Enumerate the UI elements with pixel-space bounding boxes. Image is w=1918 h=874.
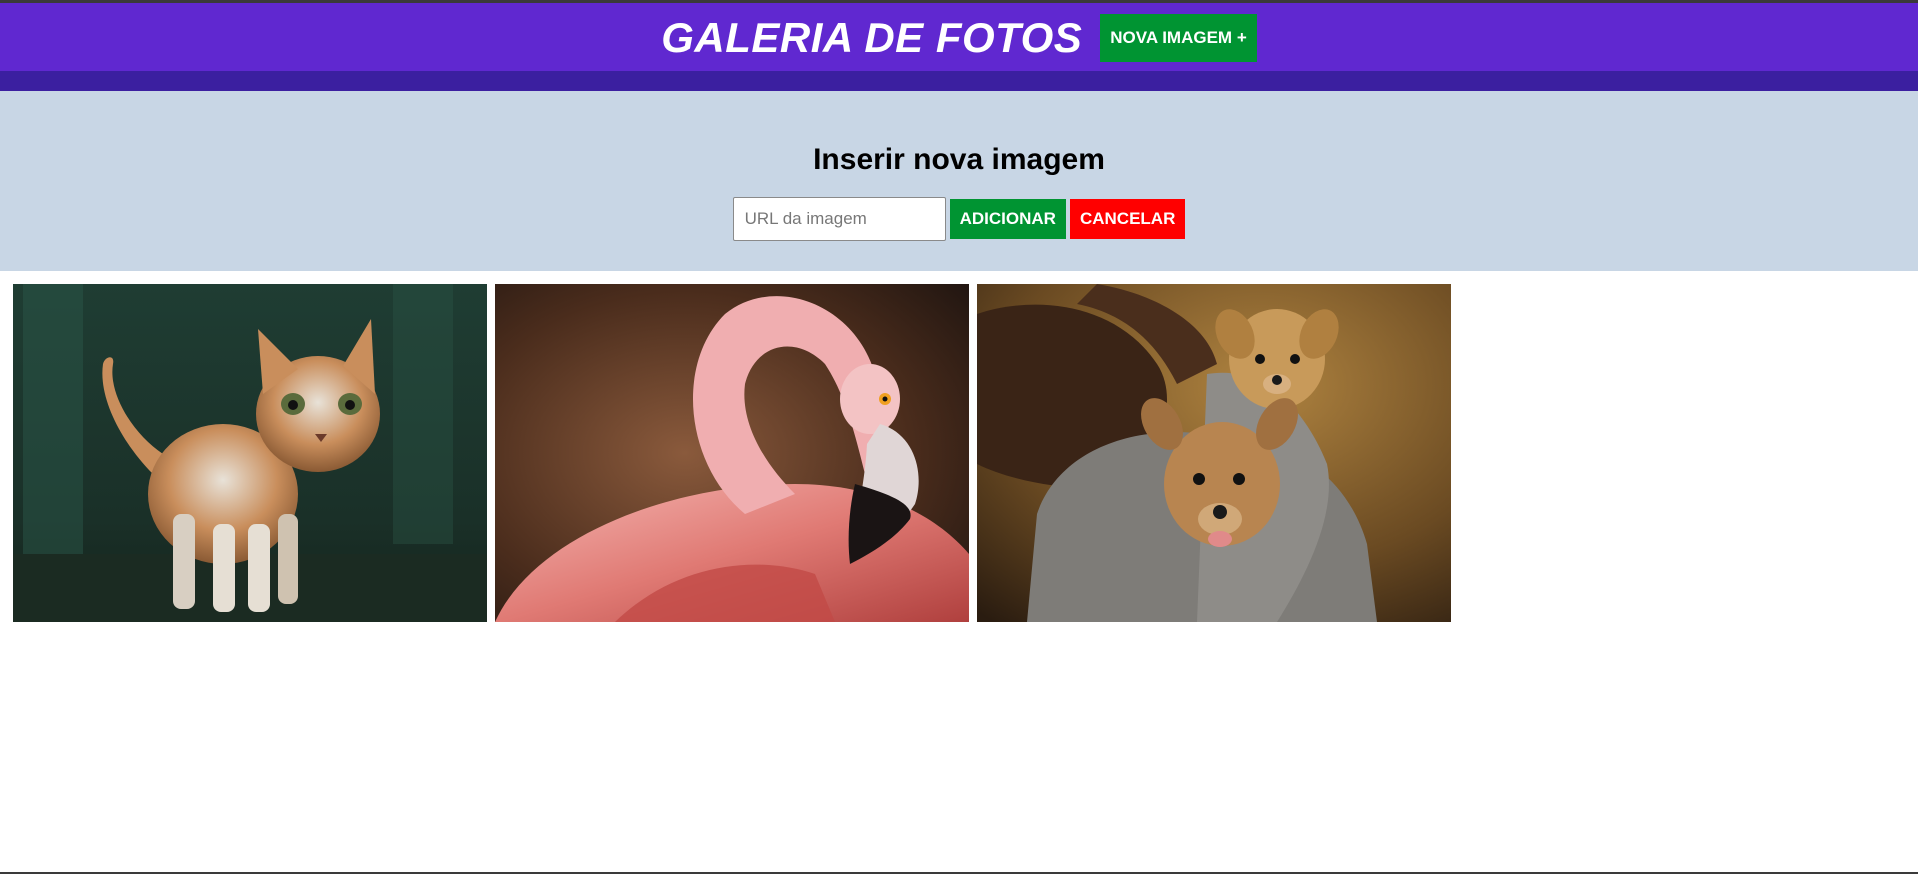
photo-puppies[interactable] — [977, 284, 1451, 622]
new-image-button[interactable]: NOVA IMAGEM + — [1100, 14, 1257, 62]
url-input[interactable] — [732, 197, 946, 241]
photo-flamingo[interactable] — [495, 284, 969, 622]
form-row: ADICIONAR CANCELAR — [732, 197, 1186, 241]
flamingo-image — [495, 284, 969, 622]
photo-cat[interactable] — [13, 284, 487, 622]
new-image-form: Inserir nova imagem ADICIONAR CANCELAR — [0, 91, 1918, 271]
photo-gallery — [0, 271, 1918, 622]
cancel-button[interactable]: CANCELAR — [1069, 199, 1186, 239]
cat-image — [13, 284, 487, 622]
form-title: Inserir nova imagem — [813, 143, 1105, 176]
add-button[interactable]: ADICIONAR — [949, 199, 1066, 239]
app-header: GALERIA DE FOTOS NOVA IMAGEM + — [0, 3, 1918, 91]
app-title: GALERIA DE FOTOS — [661, 14, 1083, 61]
puppies-image — [977, 284, 1451, 622]
